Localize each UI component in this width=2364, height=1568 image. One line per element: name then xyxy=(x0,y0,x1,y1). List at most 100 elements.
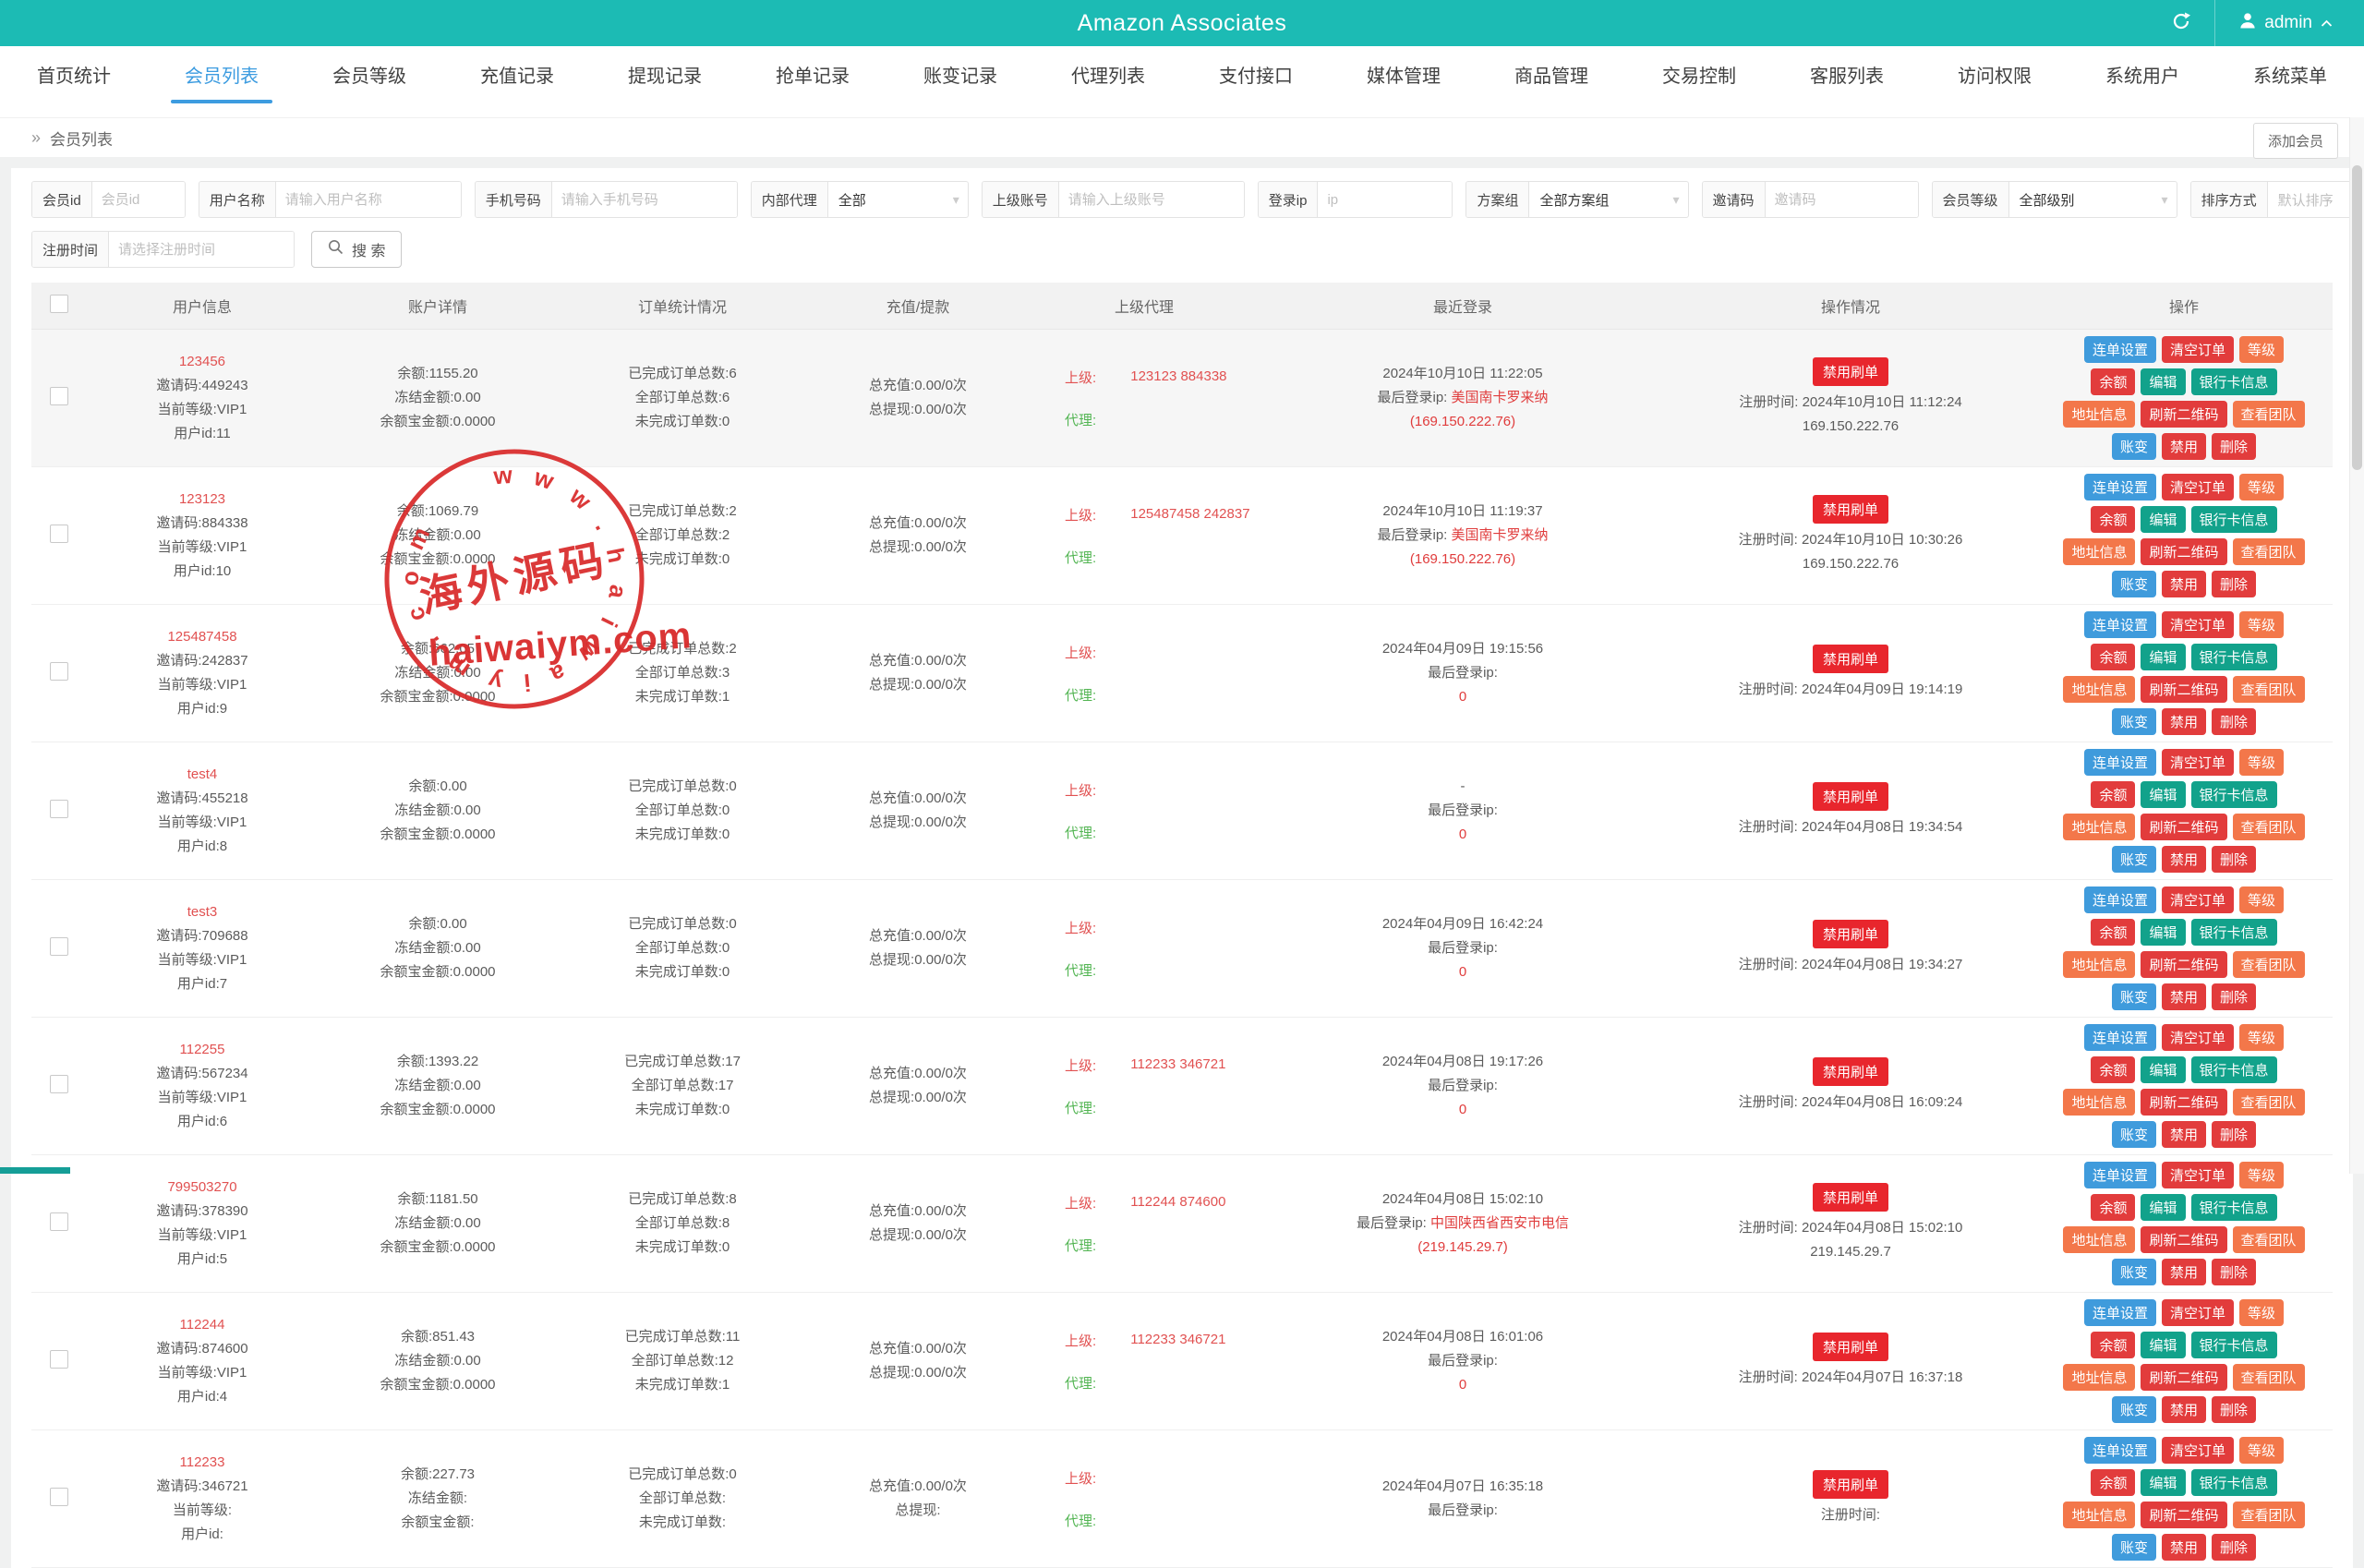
action-button[interactable]: 编辑 xyxy=(2141,1056,2185,1083)
action-button[interactable]: 清空订单 xyxy=(2162,1437,2234,1464)
action-button[interactable]: 等级 xyxy=(2239,887,2284,913)
action-button[interactable]: 等级 xyxy=(2239,749,2284,776)
action-button[interactable]: 银行卡信息 xyxy=(2191,919,2277,946)
filter-select-value[interactable]: 全部 xyxy=(828,182,953,217)
action-button[interactable]: 查看团队 xyxy=(2233,814,2305,840)
nav-tab-12[interactable]: 交易控制 xyxy=(1625,46,1773,117)
row-checkbox[interactable] xyxy=(50,937,68,956)
nav-tab-2[interactable]: 会员列表 xyxy=(148,46,296,117)
action-button[interactable]: 等级 xyxy=(2239,611,2284,638)
action-button[interactable]: 连单设置 xyxy=(2084,749,2156,776)
nav-tab-7[interactable]: 账变记录 xyxy=(886,46,1034,117)
action-button[interactable]: 余额 xyxy=(2091,506,2135,533)
parent-username[interactable]: 112233 xyxy=(1130,1056,1176,1072)
action-button[interactable]: 余额 xyxy=(2091,1332,2135,1358)
nav-tab-11[interactable]: 商品管理 xyxy=(1478,46,1625,117)
action-button[interactable]: 查看团队 xyxy=(2233,676,2305,703)
action-button[interactable]: 等级 xyxy=(2239,1437,2284,1464)
username-link[interactable]: 799503270 xyxy=(89,1176,316,1200)
username-link[interactable]: test3 xyxy=(89,900,316,924)
action-button[interactable]: 编辑 xyxy=(2141,506,2185,533)
username-link[interactable]: 112233 xyxy=(89,1451,316,1475)
refresh-button[interactable] xyxy=(2148,0,2214,46)
action-button[interactable]: 禁用 xyxy=(2162,1259,2206,1285)
action-button[interactable]: 账变 xyxy=(2112,1396,2156,1423)
scrollbar-thumb[interactable] xyxy=(2352,165,2362,470)
action-button[interactable]: 连单设置 xyxy=(2084,1299,2156,1326)
action-button[interactable]: 银行卡信息 xyxy=(2191,1469,2277,1496)
action-button[interactable]: 删除 xyxy=(2212,846,2256,873)
action-button[interactable]: 地址信息 xyxy=(2063,676,2135,703)
action-button[interactable]: 禁用 xyxy=(2162,983,2206,1010)
action-button[interactable]: 连单设置 xyxy=(2084,611,2156,638)
filter-input[interactable] xyxy=(1318,182,1452,217)
action-button[interactable]: 刷新二维码 xyxy=(2141,1226,2226,1253)
action-button[interactable]: 清空订单 xyxy=(2162,336,2234,363)
username-link[interactable]: 125487458 xyxy=(89,625,316,649)
action-button[interactable]: 禁用 xyxy=(2162,1534,2206,1561)
action-button[interactable]: 禁用 xyxy=(2162,571,2206,597)
filter-input[interactable] xyxy=(1059,182,1244,217)
filter-input[interactable] xyxy=(276,182,461,217)
admin-menu[interactable]: admin xyxy=(2214,0,2364,46)
action-button[interactable]: 禁用 xyxy=(2162,1396,2206,1423)
action-button[interactable]: 地址信息 xyxy=(2063,1502,2135,1528)
nav-tab-4[interactable]: 充值记录 xyxy=(443,46,591,117)
action-button[interactable]: 银行卡信息 xyxy=(2191,1332,2277,1358)
action-button[interactable]: 刷新二维码 xyxy=(2141,814,2226,840)
action-button[interactable]: 刷新二维码 xyxy=(2141,951,2226,978)
filter-select-value[interactable]: 全部级别 xyxy=(2009,182,2162,217)
action-button[interactable]: 连单设置 xyxy=(2084,887,2156,913)
action-button[interactable]: 等级 xyxy=(2239,336,2284,363)
action-button[interactable]: 编辑 xyxy=(2141,781,2185,808)
action-button[interactable]: 连单设置 xyxy=(2084,1024,2156,1051)
add-member-button[interactable]: 添加会员 xyxy=(2253,123,2338,159)
action-button[interactable]: 刷新二维码 xyxy=(2141,538,2226,565)
row-checkbox[interactable] xyxy=(50,387,68,405)
nav-tab-14[interactable]: 访问权限 xyxy=(1921,46,2068,117)
action-button[interactable]: 等级 xyxy=(2239,1162,2284,1188)
action-button[interactable]: 查看团队 xyxy=(2233,1364,2305,1391)
action-button[interactable]: 禁用 xyxy=(2162,846,2206,873)
action-button[interactable]: 连单设置 xyxy=(2084,336,2156,363)
action-button[interactable]: 查看团队 xyxy=(2233,538,2305,565)
action-button[interactable]: 银行卡信息 xyxy=(2191,644,2277,670)
action-button[interactable]: 银行卡信息 xyxy=(2191,781,2277,808)
register-time-input[interactable] xyxy=(109,232,294,267)
parent-username[interactable]: 112233 xyxy=(1130,1332,1176,1347)
parent-username[interactable]: 112244 xyxy=(1130,1194,1176,1210)
action-button[interactable]: 地址信息 xyxy=(2063,814,2135,840)
action-button[interactable]: 清空订单 xyxy=(2162,611,2234,638)
row-checkbox[interactable] xyxy=(50,1350,68,1369)
action-button[interactable]: 银行卡信息 xyxy=(2191,368,2277,395)
action-button[interactable]: 等级 xyxy=(2239,1299,2284,1326)
action-button[interactable]: 清空订单 xyxy=(2162,1299,2234,1326)
search-button[interactable]: 搜 索 xyxy=(311,231,402,268)
nav-tab-8[interactable]: 代理列表 xyxy=(1034,46,1182,117)
action-button[interactable]: 等级 xyxy=(2239,474,2284,501)
row-checkbox[interactable] xyxy=(50,1488,68,1506)
action-button[interactable]: 账变 xyxy=(2112,708,2156,735)
action-button[interactable]: 连单设置 xyxy=(2084,1437,2156,1464)
action-button[interactable]: 删除 xyxy=(2212,1121,2256,1148)
action-button[interactable]: 刷新二维码 xyxy=(2141,1089,2226,1116)
action-button[interactable]: 余额 xyxy=(2091,1056,2135,1083)
action-button[interactable]: 地址信息 xyxy=(2063,1226,2135,1253)
action-button[interactable]: 编辑 xyxy=(2141,919,2185,946)
nav-tab-10[interactable]: 媒体管理 xyxy=(1330,46,1478,117)
action-button[interactable]: 删除 xyxy=(2212,1259,2256,1285)
action-button[interactable]: 编辑 xyxy=(2141,1332,2185,1358)
action-button[interactable]: 余额 xyxy=(2091,644,2135,670)
select-all-checkbox[interactable] xyxy=(50,295,68,313)
action-button[interactable]: 银行卡信息 xyxy=(2191,1056,2277,1083)
action-button[interactable]: 删除 xyxy=(2212,708,2256,735)
action-button[interactable]: 查看团队 xyxy=(2233,1089,2305,1116)
nav-tab-15[interactable]: 系统用户 xyxy=(2068,46,2216,117)
action-button[interactable]: 删除 xyxy=(2212,1396,2256,1423)
filter-input[interactable] xyxy=(92,182,185,217)
action-button[interactable]: 账变 xyxy=(2112,1259,2156,1285)
action-button[interactable]: 地址信息 xyxy=(2063,401,2135,428)
nav-tab-13[interactable]: 客服列表 xyxy=(1773,46,1921,117)
filter-input[interactable] xyxy=(552,182,737,217)
row-checkbox[interactable] xyxy=(50,662,68,681)
